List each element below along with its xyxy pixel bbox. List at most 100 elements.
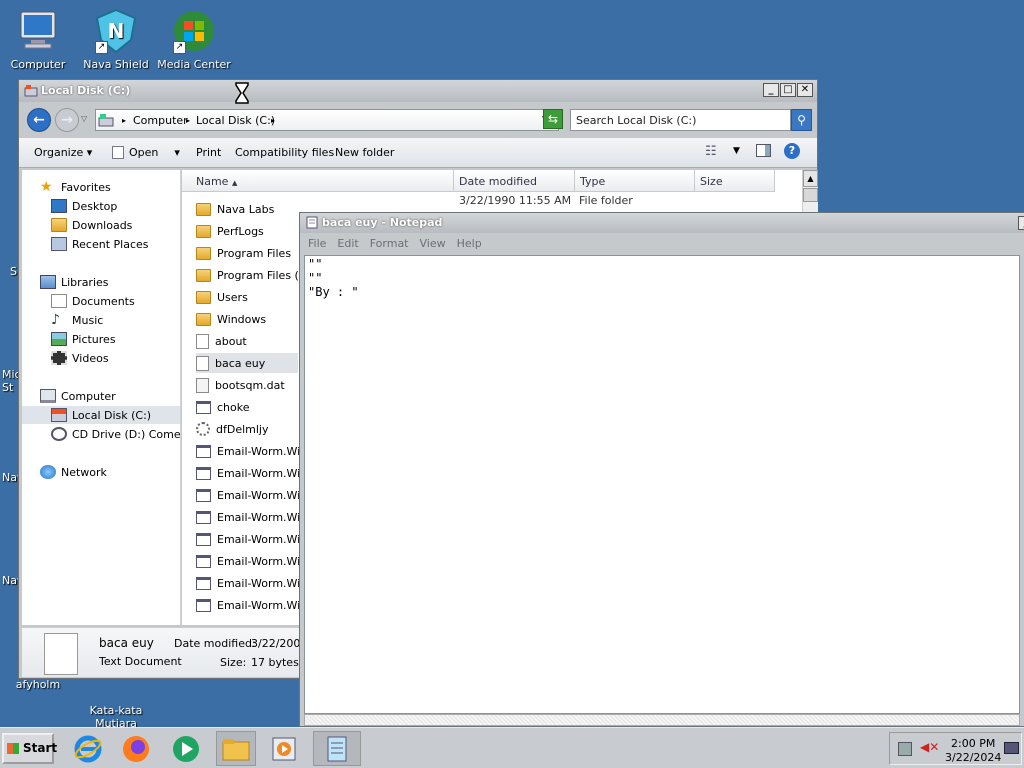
media-player-icon[interactable] <box>166 731 206 766</box>
breadcrumb-local-disk[interactable]: Local Disk (C:) <box>196 114 275 127</box>
desktop-icon-media-center[interactable]: ↗ Media Center <box>156 8 232 71</box>
close-button[interactable]: ✕ <box>797 83 813 97</box>
horizontal-scrollbar[interactable] <box>304 714 1020 726</box>
list-item[interactable]: about <box>196 331 247 351</box>
nav-local-disk[interactable]: Local Disk (C:) <box>22 406 180 424</box>
list-item[interactable]: Windows <box>196 309 266 329</box>
desktop-icon-afyholm[interactable]: afyholm <box>0 678 76 691</box>
volume-muted-icon[interactable]: ◀✕ <box>920 740 939 754</box>
show-desktop-icon[interactable] <box>1004 742 1019 754</box>
list-item[interactable]: Program Files <box>196 243 291 263</box>
list-item-selected[interactable]: baca euy <box>196 353 298 373</box>
system-file-icon <box>196 422 210 436</box>
desktop-icon-label: afyholm <box>15 678 61 691</box>
start-button[interactable]: Start <box>2 733 57 764</box>
svg-text:N: N <box>108 19 125 43</box>
minimize-button[interactable]: _ <box>763 83 779 97</box>
column-header-name[interactable]: Name ▲ <box>182 170 454 192</box>
new-folder-button[interactable]: New folder <box>335 146 394 159</box>
print-button[interactable]: Print <box>196 146 221 159</box>
scroll-thumb[interactable] <box>803 188 818 202</box>
firefox-icon[interactable] <box>116 731 156 766</box>
application-icon <box>196 554 211 568</box>
column-header-size[interactable]: Size <box>695 170 775 192</box>
open-button[interactable]: Open ▾ <box>129 146 180 159</box>
list-item[interactable]: Email-Worm.Win <box>196 529 307 549</box>
media-center-taskbar-icon[interactable] <box>264 731 304 766</box>
list-item[interactable]: Program Files (x8 <box>196 265 312 285</box>
clock[interactable]: 2:00 PM 3/22/2024 <box>945 737 1001 765</box>
window-title: baca euy - Notepad <box>322 216 443 229</box>
list-item[interactable]: Users <box>196 287 248 307</box>
forward-button[interactable]: → <box>55 108 79 132</box>
network-status-icon[interactable] <box>898 742 912 756</box>
desktop-icon-label: Media Center <box>157 58 231 71</box>
nav-libraries[interactable]: Libraries <box>40 273 109 291</box>
nav-desktop[interactable]: Desktop <box>51 197 117 215</box>
list-item[interactable]: Email-Worm.Win <box>196 507 307 527</box>
help-icon[interactable]: ? <box>784 143 800 159</box>
application-icon <box>196 598 211 612</box>
list-item[interactable]: PerfLogs <box>196 221 264 241</box>
list-item[interactable]: Email-Worm.Win <box>196 463 307 483</box>
notepad-titlebar[interactable]: baca euy - Notepad _ <box>300 213 1024 233</box>
nav-music[interactable]: ♪ Music <box>51 311 103 329</box>
compatibility-files-button[interactable]: Compatibility files <box>235 146 334 159</box>
view-options-icon[interactable]: ☷ <box>705 144 717 159</box>
menu-format[interactable]: Format <box>370 234 416 254</box>
scroll-up-button[interactable]: ▲ <box>803 170 818 187</box>
open-icon <box>112 146 124 159</box>
list-item[interactable]: choke <box>196 397 250 417</box>
command-toolbar: Organize ▾ Open ▾ Print Compatibility fil… <box>19 138 817 168</box>
menu-help[interactable]: Help <box>457 234 489 254</box>
back-button[interactable]: ← <box>27 108 51 132</box>
star-icon: ★ <box>40 179 53 195</box>
first-row-type: File folder <box>579 194 633 207</box>
nav-computer[interactable]: Computer <box>40 387 116 405</box>
list-item[interactable]: Email-Worm.Win <box>196 573 307 593</box>
search-input[interactable]: Search Local Disk (C:) <box>570 109 791 131</box>
list-item[interactable]: Email-Worm.Win <box>196 441 307 461</box>
nav-network[interactable]: Network <box>40 463 107 481</box>
list-item[interactable]: Email-Worm.Win <box>196 485 307 505</box>
hourglass-cursor-icon <box>235 82 249 104</box>
nav-recent-places[interactable]: Recent Places <box>51 235 149 253</box>
list-item[interactable]: Nava Labs <box>196 199 274 219</box>
minimize-button[interactable]: _ <box>1018 216 1024 230</box>
recent-pages-dropdown[interactable]: ▽ <box>81 114 87 123</box>
nav-videos[interactable]: Videos <box>51 349 109 367</box>
folder-icon <box>196 290 211 304</box>
desktop-icon-computer[interactable]: Computer <box>0 8 76 71</box>
desktop-icon-nava-shield[interactable]: N ↗ Nava Shield <box>78 8 154 71</box>
preview-pane-icon[interactable] <box>756 144 771 157</box>
nav-favorites[interactable]: ★ Favorites <box>40 178 111 196</box>
list-item[interactable]: Email-Worm.Win <box>196 595 307 615</box>
column-header-date[interactable]: Date modified <box>454 170 575 192</box>
notepad-taskbar-icon[interactable] <box>313 731 361 766</box>
nav-cd-drive[interactable]: CD Drive (D:) Come ge <box>51 425 180 443</box>
column-header-type[interactable]: Type <box>575 170 695 192</box>
breadcrumb-computer[interactable]: Computer <box>133 114 188 127</box>
address-field[interactable]: ▸ Computer ▸ Local Disk (C:) ▸ ▼ <box>95 109 559 131</box>
search-icon[interactable]: ⚲ <box>791 109 812 131</box>
view-dropdown[interactable]: ▼ <box>733 146 740 156</box>
refresh-button[interactable]: ⇆ <box>543 109 563 129</box>
nav-pictures[interactable]: Pictures <box>51 330 116 348</box>
file-explorer-icon[interactable] <box>216 731 256 766</box>
menu-edit[interactable]: Edit <box>337 234 365 254</box>
menu-view[interactable]: View <box>420 234 453 254</box>
notepad-text-area[interactable]: "" "" "By : " <box>304 255 1020 714</box>
explorer-titlebar[interactable]: Local Disk (C:) _ □ ✕ <box>19 80 817 102</box>
nav-downloads[interactable]: Downloads <box>51 216 132 234</box>
videos-icon <box>51 351 67 365</box>
maximize-button[interactable]: □ <box>780 83 796 97</box>
nav-documents[interactable]: Documents <box>51 292 135 310</box>
menu-file[interactable]: File <box>308 234 333 254</box>
shortcut-arrow-icon: ↗ <box>95 41 108 54</box>
organize-button[interactable]: Organize ▾ <box>34 146 92 159</box>
list-item[interactable]: bootsqm.dat <box>196 375 285 395</box>
list-item[interactable]: dfDelmljy <box>196 419 269 439</box>
list-item[interactable]: Email-Worm.Win <box>196 551 307 571</box>
internet-explorer-icon[interactable] <box>68 731 108 766</box>
application-icon <box>196 488 211 502</box>
